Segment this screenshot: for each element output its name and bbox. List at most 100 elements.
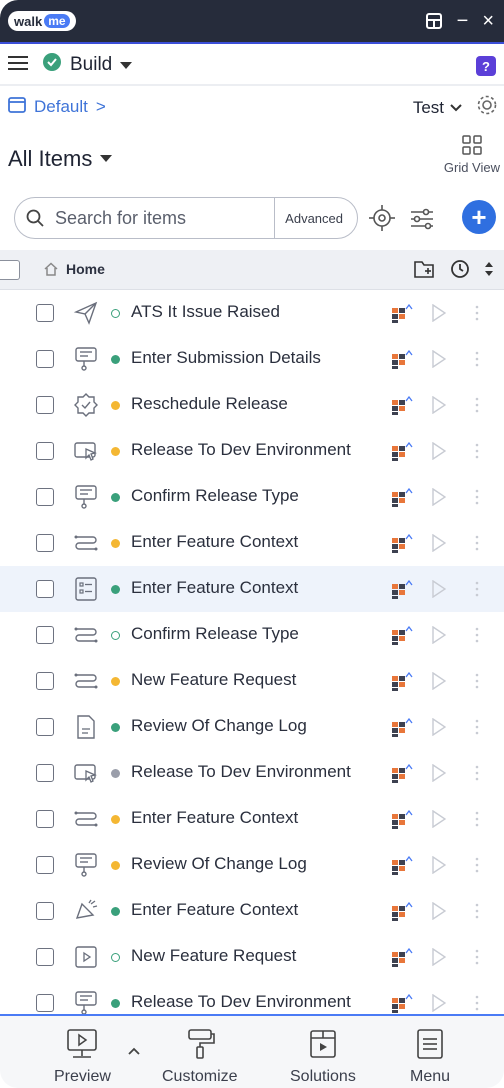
segment-icon[interactable] (390, 947, 414, 968)
item-name[interactable]: Reschedule Release (131, 394, 288, 414)
filter-sliders-icon[interactable] (408, 204, 436, 237)
more-options-icon[interactable] (474, 718, 480, 741)
segment-icon[interactable] (390, 533, 414, 554)
item-name[interactable]: Enter Feature Context (131, 900, 298, 920)
row-checkbox[interactable] (36, 396, 54, 414)
row-checkbox[interactable] (36, 304, 54, 322)
item-name[interactable]: Release To Dev Environment (131, 440, 351, 460)
more-options-icon[interactable] (474, 442, 480, 465)
search-input[interactable] (55, 207, 275, 229)
more-options-icon[interactable] (474, 350, 480, 373)
list-item[interactable]: New Feature Request (0, 658, 504, 704)
segment-icon[interactable] (390, 855, 414, 876)
play-icon[interactable] (432, 993, 447, 1014)
list-item[interactable]: Enter Submission Details (0, 336, 504, 382)
list-item[interactable]: Review Of Change Log (0, 842, 504, 888)
row-checkbox[interactable] (36, 442, 54, 460)
segment-icon[interactable] (390, 993, 414, 1014)
list-item[interactable]: Confirm Release Type (0, 612, 504, 658)
item-name[interactable]: Confirm Release Type (131, 486, 299, 506)
row-checkbox[interactable] (36, 948, 54, 966)
item-name[interactable]: New Feature Request (131, 670, 296, 690)
more-options-icon[interactable] (474, 902, 480, 925)
item-name[interactable]: Enter Feature Context (131, 808, 298, 828)
list-item[interactable]: Enter Feature Context (0, 566, 504, 612)
play-icon[interactable] (432, 855, 447, 879)
more-options-icon[interactable] (474, 626, 480, 649)
row-checkbox[interactable] (36, 856, 54, 874)
segment-icon[interactable] (390, 901, 414, 922)
clock-icon[interactable] (450, 259, 470, 284)
list-item[interactable]: Enter Feature Context (0, 796, 504, 842)
play-icon[interactable] (432, 671, 447, 695)
play-icon[interactable] (432, 487, 447, 511)
more-options-icon[interactable] (474, 764, 480, 787)
more-options-icon[interactable] (474, 672, 480, 695)
play-icon[interactable] (432, 533, 447, 557)
list-item[interactable]: New Feature Request (0, 934, 504, 980)
list-item[interactable]: Enter Feature Context (0, 520, 504, 566)
row-checkbox[interactable] (36, 350, 54, 368)
more-options-icon[interactable] (474, 856, 480, 879)
row-checkbox[interactable] (36, 580, 54, 598)
segment-icon[interactable] (390, 671, 414, 692)
play-icon[interactable] (432, 625, 447, 649)
list-item[interactable]: Release To Dev Environment (0, 980, 504, 1014)
more-options-icon[interactable] (474, 810, 480, 833)
new-folder-icon[interactable] (414, 259, 436, 284)
more-options-icon[interactable] (474, 396, 480, 419)
segment-icon[interactable] (390, 763, 414, 784)
segment-icon[interactable] (390, 349, 414, 370)
more-options-icon[interactable] (474, 994, 480, 1014)
list-item[interactable]: Confirm Release Type (0, 474, 504, 520)
more-options-icon[interactable] (474, 534, 480, 557)
item-name[interactable]: Enter Feature Context (131, 532, 298, 552)
tab-solutions[interactable]: Solutions (290, 1028, 356, 1086)
segment-icon[interactable] (390, 579, 414, 600)
row-checkbox[interactable] (36, 994, 54, 1012)
segment-icon[interactable] (390, 487, 414, 508)
play-icon[interactable] (432, 717, 447, 741)
list-item[interactable]: Reschedule Release (0, 382, 504, 428)
list-item[interactable]: Review Of Change Log (0, 704, 504, 750)
sort-icon[interactable] (484, 260, 494, 283)
list-item[interactable]: Release To Dev Environment (0, 428, 504, 474)
row-checkbox[interactable] (36, 534, 54, 552)
segment-icon[interactable] (390, 717, 414, 738)
item-name[interactable]: Enter Submission Details (131, 348, 321, 368)
tab-customize[interactable]: Customize (162, 1028, 238, 1086)
add-item-button[interactable]: + (462, 200, 496, 234)
more-options-icon[interactable] (474, 948, 480, 971)
row-checkbox[interactable] (36, 810, 54, 828)
item-name[interactable]: Review Of Change Log (131, 854, 307, 874)
item-name[interactable]: Review Of Change Log (131, 716, 307, 736)
more-options-icon[interactable] (474, 304, 480, 327)
segment-icon[interactable] (390, 625, 414, 646)
restore-icon[interactable] (425, 12, 443, 30)
row-checkbox[interactable] (36, 672, 54, 690)
play-icon[interactable] (432, 395, 447, 419)
hamburger-menu-icon[interactable] (8, 55, 28, 76)
play-icon[interactable] (432, 579, 447, 603)
items-filter-dropdown[interactable]: All Items (8, 146, 113, 172)
close-icon[interactable]: × (482, 10, 494, 33)
select-all-checkbox[interactable] (0, 260, 20, 280)
tab-preview[interactable]: Preview (54, 1028, 111, 1086)
more-options-icon[interactable] (474, 488, 480, 511)
help-button[interactable]: ? (476, 56, 496, 76)
list-item[interactable]: Release To Dev Environment (0, 750, 504, 796)
play-icon[interactable] (432, 763, 447, 787)
minimize-icon[interactable]: − (457, 10, 469, 33)
play-icon[interactable] (432, 901, 447, 925)
play-icon[interactable] (432, 303, 447, 327)
row-checkbox[interactable] (36, 626, 54, 644)
item-name[interactable]: Enter Feature Context (131, 578, 298, 598)
more-options-icon[interactable] (474, 580, 480, 603)
segment-icon[interactable] (390, 809, 414, 830)
chevron-up-icon[interactable] (128, 1042, 140, 1060)
item-name[interactable]: ATS It Issue Raised (131, 302, 280, 322)
segment-icon[interactable] (390, 303, 414, 324)
list-item[interactable]: ATS It Issue Raised (0, 290, 504, 336)
segment-icon[interactable] (390, 395, 414, 416)
item-name[interactable]: Release To Dev Environment (131, 992, 351, 1012)
